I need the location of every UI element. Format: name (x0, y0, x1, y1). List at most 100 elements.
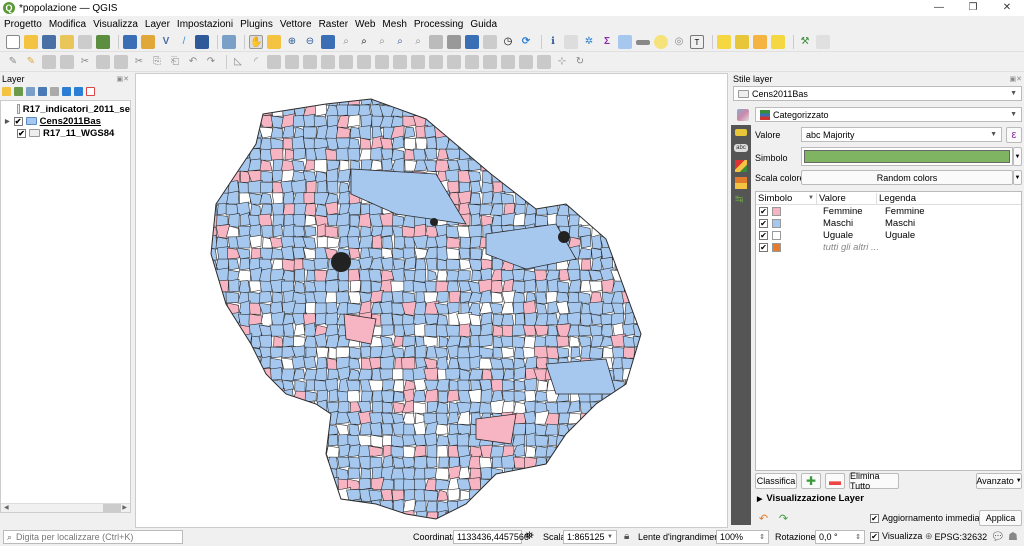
plugin-tool-icon[interactable]: ⚒ (798, 35, 812, 49)
text-annotation-icon[interactable]: T (690, 35, 704, 49)
category-color-swatch[interactable] (772, 218, 781, 228)
menu-impostazioni[interactable]: Impostazioni (177, 19, 233, 30)
zoom-native-icon[interactable]: ⌕ (375, 35, 389, 49)
statistics-icon[interactable]: Σ (600, 35, 614, 49)
new-geopackage-icon[interactable] (141, 35, 155, 49)
menu-mesh[interactable]: Mesh (382, 19, 406, 30)
layer-item[interactable]: ▶ ✔ Cens2011Bas (1, 115, 130, 127)
layout-manager-icon[interactable] (78, 35, 92, 49)
category-row[interactable]: ✔ Femmine Femmine (756, 205, 1021, 217)
zoom-in-icon[interactable]: ⊕ (285, 35, 299, 49)
annotation-icon[interactable]: ◎ (672, 35, 686, 49)
save-project-icon[interactable] (42, 35, 56, 49)
open-layer-styling-icon[interactable] (2, 86, 11, 96)
category-color-swatch[interactable] (772, 242, 781, 252)
toggle-editing-icon[interactable]: ✎ (24, 55, 38, 69)
redo-button[interactable]: ↷ (775, 510, 792, 526)
coordinate-field[interactable]: 1133436,4457566 (453, 530, 529, 544)
remove-category-button[interactable]: ▬ (825, 473, 845, 489)
remove-layer-icon[interactable] (86, 86, 95, 96)
header-value[interactable]: Valore (816, 192, 876, 204)
fill-ring-icon[interactable] (357, 55, 371, 69)
locator-search[interactable]: ⌕ Digita per localizzare (Ctrl+K) (3, 530, 183, 544)
zoom-out-icon[interactable]: ⊖ (303, 35, 317, 49)
select-by-value-icon[interactable] (735, 35, 749, 49)
refresh-icon[interactable]: ⟳ (519, 35, 533, 49)
delete-part-icon[interactable] (393, 55, 407, 69)
new-print-layout-icon[interactable] (60, 35, 74, 49)
new-3d-map-icon[interactable] (447, 35, 461, 49)
new-bookmark-icon[interactable] (465, 35, 479, 49)
symbol-dropdown-button[interactable]: ▼ (1013, 147, 1022, 166)
category-row[interactable]: ✔ Uguale Uguale (756, 229, 1021, 241)
pan-to-selection-icon[interactable] (267, 35, 281, 49)
undo-button[interactable]: ↶ (755, 510, 772, 526)
field-calculator-icon[interactable] (564, 35, 578, 49)
new-project-icon[interactable] (6, 35, 20, 49)
horizontal-scrollbar[interactable]: ◀ ▶ (1, 503, 130, 512)
live-update-toggle[interactable]: ✔ Aggiornamento immediato (870, 513, 987, 523)
category-checkbox[interactable]: ✔ (759, 242, 768, 252)
undo-icon[interactable]: ↶ (186, 55, 200, 69)
menu-guida[interactable]: Guida (470, 19, 497, 30)
map-tips-icon[interactable] (654, 35, 668, 49)
zoom-to-selection-icon[interactable]: ⌕ (339, 35, 353, 49)
layer-item[interactable]: R17_indicatori_2011_se (1, 103, 130, 115)
renderer-combo[interactable]: Categorizzato ▼ (755, 107, 1022, 122)
attribute-table-icon[interactable] (618, 35, 632, 49)
toggle-extents-icon[interactable]: ⛯ (525, 530, 534, 543)
plugin-disabled-icon[interactable] (816, 35, 830, 49)
rotate-point-symbols-icon[interactable] (519, 55, 533, 69)
redo-icon[interactable]: ↷ (204, 55, 218, 69)
user-profile-icon[interactable]: ☗ (1008, 530, 1018, 543)
labels-tab-icon[interactable] (735, 129, 747, 136)
lock-scale-icon[interactable]: 🔒︎ (624, 531, 629, 542)
split-features-icon[interactable] (447, 55, 461, 69)
layer-item[interactable]: ✔ R17_11_WGS84 (1, 127, 130, 139)
trim-extend-icon[interactable]: ⊹ (555, 55, 569, 69)
symbology-tab-icon[interactable] (737, 109, 749, 121)
panel-close-icon[interactable]: ▣✕ (117, 75, 129, 83)
current-edits-icon[interactable]: ✎ (6, 55, 20, 69)
zoom-full-icon[interactable] (321, 35, 335, 49)
color-ramp-dropdown[interactable]: ▼ (1013, 170, 1022, 185)
menu-raster[interactable]: Raster (319, 19, 348, 30)
processing-toolbox-icon[interactable]: ✲ (582, 35, 596, 49)
delete-all-button[interactable]: Elimina Tutto (849, 471, 899, 491)
history-tab-icon[interactable]: ↹ (735, 195, 747, 205)
new-map-view-icon[interactable] (429, 35, 443, 49)
expression-button[interactable]: ε (1006, 127, 1022, 143)
maximize-button[interactable]: ❐ (956, 0, 990, 16)
zoom-next-icon[interactable]: ⌕ (411, 35, 425, 49)
add-ring-icon[interactable] (321, 55, 335, 69)
expand-all-icon[interactable] (62, 86, 71, 96)
diagrams-tab-icon[interactable] (735, 177, 747, 189)
save-edits-icon[interactable] (42, 55, 56, 69)
scale-combo[interactable]: 1:865125 ▼ (563, 530, 617, 544)
menu-visualizza[interactable]: Visualizza (93, 19, 138, 30)
color-ramp-button[interactable]: Random colors (801, 170, 1013, 185)
3d-view-tab-icon[interactable] (735, 160, 747, 172)
menu-vettore[interactable]: Vettore (280, 19, 312, 30)
category-row[interactable]: ✔ tutti gli altri ... (756, 241, 1021, 253)
category-color-swatch[interactable] (772, 230, 781, 240)
add-part-icon[interactable] (339, 55, 353, 69)
simplify-feature-icon[interactable] (303, 55, 317, 69)
zoom-last-icon[interactable]: ⌕ (393, 35, 407, 49)
close-button[interactable]: ✕ (990, 0, 1024, 16)
split-parts-icon[interactable] (465, 55, 479, 69)
add-circular-string-icon[interactable]: ◜ (249, 55, 263, 69)
identify-icon[interactable]: ℹ (546, 35, 560, 49)
layer-visibility-checkbox[interactable]: ✔ (17, 128, 26, 138)
copy-features-icon[interactable]: ⎘ (150, 55, 164, 69)
menu-web[interactable]: Web (355, 19, 375, 30)
minimize-button[interactable]: — (922, 0, 956, 16)
new-virtual-layer-icon[interactable] (195, 35, 209, 49)
manage-map-themes-icon[interactable] (26, 86, 35, 96)
menu-modifica[interactable]: Modifica (49, 19, 86, 30)
merge-attributes-icon[interactable] (501, 55, 515, 69)
data-source-manager-icon[interactable] (123, 35, 137, 49)
reverse-line-icon[interactable]: ↻ (573, 55, 587, 69)
modify-attributes-icon[interactable] (96, 55, 110, 69)
value-field-combo[interactable]: abc Majority ▼ (801, 127, 1002, 142)
